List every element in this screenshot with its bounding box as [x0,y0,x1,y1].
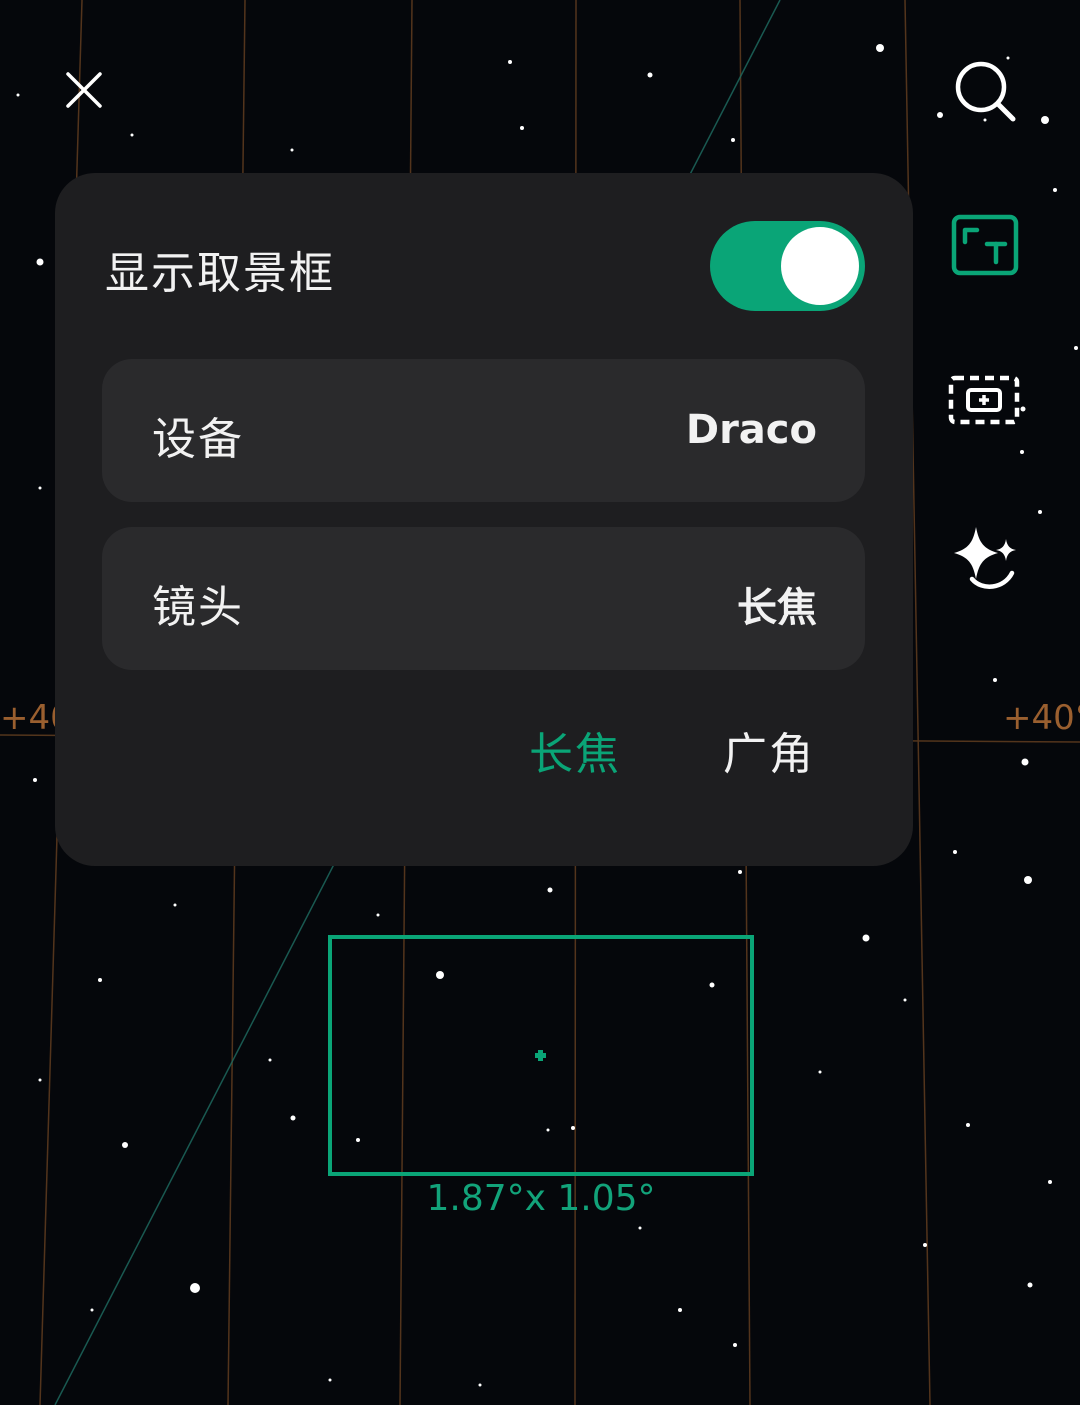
panel-title: 显示取景框 [105,248,335,299]
viewfinder-settings-panel: 显示取景框 设备 Draco 镜头 长焦 长焦 广角 [55,173,913,866]
frame-center-icon [948,375,1026,425]
lens-option-wide[interactable]: 广角 [723,718,815,782]
show-viewfinder-toggle[interactable] [710,221,865,311]
device-row[interactable]: 设备 Draco [102,359,865,502]
device-value: Draco [685,407,817,453]
search-button[interactable] [950,56,1020,126]
lens-value: 长焦 [737,585,817,631]
sparkle-button[interactable] [944,520,1028,594]
lens-option-telephoto[interactable]: 长焦 [529,718,621,782]
search-icon [955,61,1016,122]
toggle-knob [781,227,859,305]
frame-center-button[interactable] [946,372,1026,428]
frame-text-icon [951,214,1019,276]
lens-row[interactable]: 镜头 长焦 [102,527,865,670]
lens-label: 镜头 [152,582,244,633]
viewfinder-toggle-button[interactable] [948,212,1022,278]
dec-label-right: +40° [1003,698,1080,738]
device-label: 设备 [152,414,244,465]
close-icon [66,72,102,108]
viewfinder-center-mark [535,1050,546,1061]
fov-size-label: 1.87°x 1.05° [426,1178,656,1219]
sparkle-smile-icon [954,527,1016,589]
close-button[interactable] [58,64,110,116]
viewfinder-frame [328,935,754,1176]
